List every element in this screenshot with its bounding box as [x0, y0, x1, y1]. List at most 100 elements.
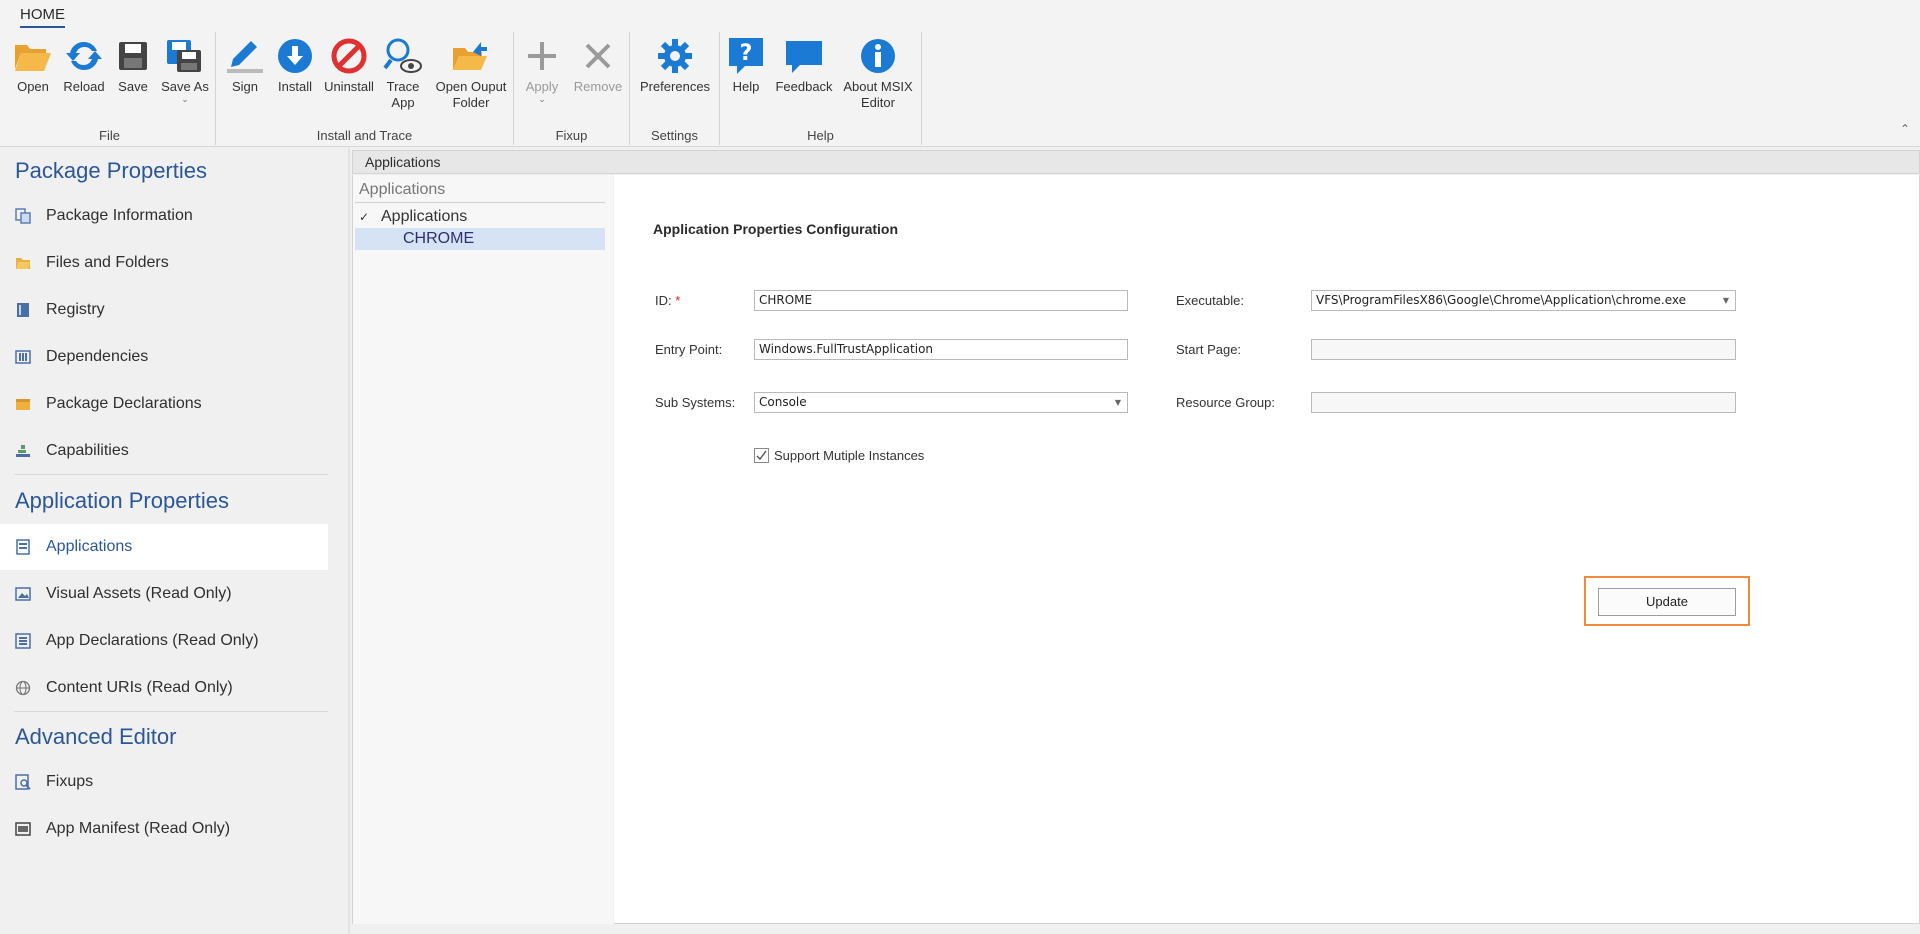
folder-icon	[14, 254, 32, 272]
open-folder-icon	[13, 36, 53, 76]
id-input[interactable]: CHROME	[754, 290, 1128, 311]
save-as-button[interactable]: Save As ⌄	[156, 36, 214, 104]
nav-item-app-declarations[interactable]: App Declarations (Read Only)	[0, 618, 328, 664]
resource-group-input[interactable]	[1311, 392, 1736, 413]
nav-item-visual-assets[interactable]: Visual Assets (Read Only)	[0, 571, 328, 617]
group-label-fixup: Fixup	[555, 128, 588, 143]
ribbon-group-help: ? Help Feedback About MSIX Editor Help	[720, 32, 922, 145]
trace-magnifier-icon	[383, 36, 423, 76]
fixups-icon	[14, 773, 32, 791]
entry-point-label: Entry Point:	[655, 342, 723, 357]
nav-item-applications[interactable]: Applications	[0, 524, 328, 570]
visual-assets-icon	[14, 585, 32, 603]
feedback-button[interactable]: Feedback	[772, 36, 836, 95]
applications-icon	[14, 538, 32, 556]
resource-group-label: Resource Group:	[1176, 395, 1275, 410]
feedback-chat-icon	[784, 36, 824, 76]
nav-item-registry[interactable]: Registry	[0, 287, 328, 333]
apply-dropdown-icon[interactable]: ⌄	[538, 95, 546, 104]
uninstall-button[interactable]: Uninstall	[322, 36, 376, 95]
start-page-input[interactable]	[1311, 339, 1736, 360]
group-label-help: Help	[807, 128, 834, 143]
apply-button[interactable]: Apply ⌄	[516, 36, 568, 104]
tree-node-chrome[interactable]: CHROME	[355, 228, 605, 250]
svg-text:?: ?	[740, 41, 753, 66]
save-button[interactable]: Save	[110, 36, 156, 95]
nav-item-package-declarations[interactable]: Package Declarations	[0, 381, 328, 427]
save-as-dropdown-icon[interactable]: ⌄	[181, 95, 189, 104]
uninstall-prohibited-icon	[329, 36, 369, 76]
start-page-label: Start Page:	[1176, 342, 1242, 357]
section-application-properties: Application Properties	[15, 488, 230, 513]
close-x-icon	[578, 36, 618, 76]
group-label-settings: Settings	[651, 128, 698, 143]
collapse-ribbon-icon[interactable]: ⌃	[1900, 122, 1910, 136]
chevron-down-icon[interactable]: ✓	[359, 210, 371, 224]
panel-splitter[interactable]	[348, 148, 350, 934]
nav-item-capabilities[interactable]: Capabilities	[0, 428, 328, 474]
help-button[interactable]: ? Help	[726, 36, 766, 95]
preferences-button[interactable]: Preferences	[634, 36, 716, 95]
application-properties-content: Application Properties Configuration ID:…	[614, 175, 1920, 924]
install-button[interactable]: Install	[272, 36, 318, 95]
applications-tree-panel: Applications ✓ Applications CHROME	[352, 175, 613, 924]
open-button[interactable]: Open	[8, 36, 58, 95]
required-marker: *	[675, 293, 681, 308]
remove-button[interactable]: Remove	[570, 36, 626, 95]
ribbon-group-settings: Preferences Settings	[630, 32, 720, 145]
nav-item-app-manifest[interactable]: App Manifest (Read Only)	[0, 806, 328, 852]
support-multiple-instances[interactable]: Support Mutiple Instances	[754, 448, 924, 463]
sign-button[interactable]: Sign	[222, 36, 268, 95]
nav-divider	[14, 474, 328, 475]
ribbon: HOME ⌃ Open Reload Save Save As ⌄ File S…	[0, 0, 1920, 147]
reload-icon	[64, 36, 104, 76]
reload-button[interactable]: Reload	[58, 36, 110, 95]
executable-select[interactable]: VFS\ProgramFilesX86\Google\Chrome\Applic…	[1311, 290, 1736, 311]
update-button[interactable]: Update	[1598, 588, 1736, 616]
group-label-install: Install and Trace	[316, 128, 413, 143]
dropdown-arrow-icon[interactable]: ▼	[1115, 393, 1121, 412]
gear-icon	[655, 36, 695, 76]
nav-item-files-and-folders[interactable]: Files and Folders	[0, 240, 328, 286]
executable-label: Executable:	[1176, 293, 1244, 308]
ribbon-group-install: Sign Install Uninstall Trace App Open Ou…	[216, 32, 514, 145]
capabilities-icon	[14, 442, 32, 460]
sign-pen-icon	[225, 36, 265, 76]
app-declarations-icon	[14, 632, 32, 650]
nav-item-dependencies[interactable]: Dependencies	[0, 334, 328, 380]
main-header: Applications	[352, 150, 1920, 174]
sub-systems-select[interactable]: Console ▼	[754, 392, 1128, 413]
plus-icon	[522, 36, 562, 76]
nav-item-package-information[interactable]: Package Information	[0, 193, 328, 239]
form-title: Application Properties Configuration	[653, 221, 899, 237]
group-label-file: File	[99, 128, 120, 143]
left-navigation: Package Properties Package Information F…	[0, 148, 330, 934]
checkmark-icon	[756, 450, 767, 461]
install-download-icon	[275, 36, 315, 76]
about-button[interactable]: About MSIX Editor	[838, 36, 918, 111]
support-multiple-instances-checkbox[interactable]	[754, 448, 769, 463]
nav-divider	[14, 711, 328, 712]
tree-title-divider	[355, 202, 605, 203]
id-label: ID: *	[655, 293, 681, 308]
nav-item-content-uris[interactable]: Content URIs (Read Only)	[0, 665, 328, 711]
nav-item-fixups[interactable]: Fixups	[0, 759, 328, 805]
declarations-icon	[14, 395, 32, 413]
ribbon-group-file: Open Reload Save Save As ⌄ File	[4, 32, 216, 145]
trace-app-button[interactable]: Trace App	[378, 36, 428, 111]
package-info-icon	[14, 207, 32, 225]
dependencies-icon	[14, 348, 32, 366]
globe-icon	[14, 679, 32, 697]
help-question-icon: ?	[726, 36, 766, 76]
tree-node-applications[interactable]: ✓ Applications	[359, 206, 467, 228]
save-disk-icon	[113, 36, 153, 76]
open-output-folder-button[interactable]: Open Ouput Folder	[430, 36, 512, 111]
dropdown-arrow-icon[interactable]: ▼	[1723, 291, 1729, 310]
open-output-folder-icon	[451, 36, 491, 76]
tab-home[interactable]: HOME	[20, 6, 65, 28]
ribbon-group-fixup: Apply ⌄ Remove Fixup	[514, 32, 630, 145]
save-as-icon	[165, 36, 205, 76]
section-package-properties: Package Properties	[15, 158, 207, 183]
info-icon	[858, 36, 898, 76]
entry-point-input[interactable]: Windows.FullTrustApplication	[754, 339, 1128, 360]
